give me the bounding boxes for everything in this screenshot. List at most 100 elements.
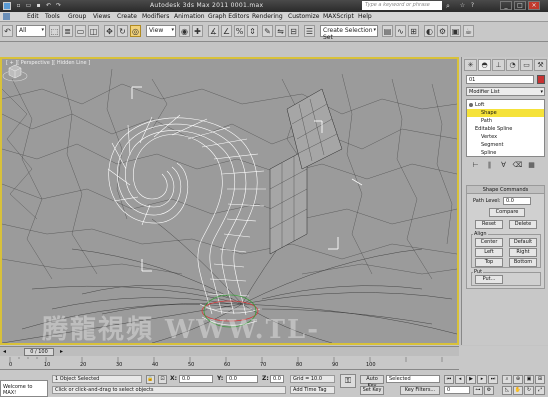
goto-start-icon[interactable]: ⏮ bbox=[444, 375, 454, 384]
stack-item-spline[interactable]: Spline bbox=[467, 149, 544, 157]
bulb-icon[interactable] bbox=[469, 103, 473, 107]
search-input[interactable]: Type a keyword or phrase bbox=[362, 1, 442, 10]
next-frame-icon[interactable]: ▸ bbox=[60, 348, 63, 355]
viewcube-icon[interactable] bbox=[2, 59, 28, 85]
prev-frame-icon[interactable]: ◂ bbox=[3, 348, 6, 355]
mirror-icon[interactable]: ⇋ bbox=[275, 25, 286, 37]
set-key-icon[interactable]: ⚿ bbox=[340, 374, 356, 388]
menu-views[interactable]: Views bbox=[93, 13, 110, 20]
move-icon[interactable]: ✥ bbox=[104, 25, 115, 37]
close-button[interactable]: × bbox=[528, 1, 540, 10]
rendered-frame-icon[interactable]: ▣ bbox=[450, 25, 461, 37]
absolute-mode-icon[interactable]: ⊡ bbox=[158, 375, 167, 384]
time-slider-thumb[interactable]: 0 / 100 bbox=[24, 348, 54, 356]
object-color-swatch[interactable] bbox=[537, 75, 545, 84]
x-coordinate-field[interactable]: 0.0 bbox=[179, 375, 213, 383]
prev-key-icon[interactable]: ◂ bbox=[455, 375, 465, 384]
add-time-tag[interactable]: Add Time Tag bbox=[290, 386, 335, 394]
select-object-icon[interactable]: ⬚ bbox=[49, 25, 60, 37]
align-left-button[interactable]: Left bbox=[475, 248, 503, 257]
layer-manager-icon[interactable]: ☰ bbox=[304, 25, 315, 37]
z-coordinate-field[interactable]: 0.0 bbox=[270, 375, 284, 383]
align-default-button[interactable]: Default bbox=[509, 238, 537, 247]
stack-item-vertex[interactable]: Vertex bbox=[467, 133, 544, 141]
align-bottom-button[interactable]: Bottom bbox=[509, 258, 537, 267]
modifier-list-dropdown[interactable]: Modifier List ▾ bbox=[466, 87, 545, 96]
stack-item-loft[interactable]: Loft bbox=[467, 101, 544, 109]
spinner-snap-icon[interactable]: ⇕ bbox=[247, 25, 258, 37]
menu-animation[interactable]: Animation bbox=[174, 13, 205, 20]
orbit-icon[interactable]: ↻ bbox=[524, 386, 534, 395]
edit-named-selection-icon[interactable]: ✎ bbox=[262, 25, 273, 37]
time-config-icon[interactable]: ⚙ bbox=[484, 386, 494, 395]
current-frame-field[interactable]: 0 bbox=[444, 386, 470, 394]
goto-end-icon[interactable]: ⏭ bbox=[488, 375, 498, 384]
minimize-button[interactable]: _ bbox=[500, 1, 512, 10]
search-icon[interactable]: ⌕ bbox=[446, 2, 450, 11]
align-top-button[interactable]: Top bbox=[475, 258, 503, 267]
object-name-field[interactable]: 01 bbox=[466, 75, 534, 84]
rotate-icon[interactable]: ↻ bbox=[117, 25, 128, 37]
rect-region-icon[interactable]: ▭ bbox=[75, 25, 86, 37]
show-end-result-icon[interactable]: ∥ bbox=[484, 160, 495, 170]
save-icon[interactable]: ▪ bbox=[34, 2, 43, 10]
remove-modifier-icon[interactable]: ⌫ bbox=[512, 160, 523, 170]
ref-coord-dropdown[interactable]: View ▾ bbox=[146, 25, 176, 37]
zoom-extents-all-icon[interactable]: ⊞ bbox=[535, 375, 545, 384]
tab-motion[interactable]: ◔ bbox=[506, 59, 519, 71]
key-mode-icon[interactable]: ⊶ bbox=[473, 386, 483, 395]
render-setup-icon[interactable]: ⚙ bbox=[437, 25, 448, 37]
pin-stack-icon[interactable]: ⊢ bbox=[470, 160, 481, 170]
stack-item-editable-spline[interactable]: Editable Spline bbox=[467, 125, 544, 133]
app-logo-icon[interactable] bbox=[3, 2, 11, 10]
key-mode-dropdown[interactable]: Selected bbox=[386, 375, 440, 383]
maxscript-listener[interactable]: Welcome to MAX! bbox=[0, 380, 48, 397]
material-editor-icon[interactable]: ◐ bbox=[424, 25, 435, 37]
menu-graph-editors[interactable]: Graph Editors bbox=[208, 13, 249, 20]
track-bar[interactable]: 0 10 20 30 40 50 60 70 80 90 100 bbox=[0, 356, 459, 370]
selection-filter-dropdown[interactable]: All ▾ bbox=[16, 25, 46, 37]
stack-item-segment[interactable]: Segment bbox=[467, 141, 544, 149]
angle-snap-icon[interactable]: ∠ bbox=[221, 25, 232, 37]
rollout-header[interactable]: Shape Commands bbox=[467, 186, 544, 194]
maximize-button[interactable]: □ bbox=[514, 1, 526, 10]
pivot-center-icon[interactable]: ◉ bbox=[179, 25, 190, 37]
info-icon[interactable]: ☆ bbox=[458, 2, 467, 10]
tab-create[interactable]: ✳ bbox=[464, 59, 477, 71]
menu-create[interactable]: Create bbox=[117, 13, 137, 20]
lock-selection-icon[interactable]: 🔒 bbox=[146, 375, 155, 384]
put-button[interactable]: Put... bbox=[475, 275, 503, 284]
percent-snap-icon[interactable]: % bbox=[234, 25, 245, 37]
snaps-toggle-icon[interactable]: ∡ bbox=[208, 25, 219, 37]
play-icon[interactable]: ▶ bbox=[466, 375, 476, 384]
y-coordinate-field[interactable]: 0.0 bbox=[226, 375, 258, 383]
next-key-icon[interactable]: ▸ bbox=[477, 375, 487, 384]
open-icon[interactable]: ▭ bbox=[24, 2, 33, 10]
reset-button[interactable]: Reset bbox=[475, 220, 503, 229]
render-production-icon[interactable]: ☕ bbox=[463, 25, 474, 37]
stack-item-shape[interactable]: Shape bbox=[467, 109, 544, 117]
align-icon[interactable]: ⊟ bbox=[288, 25, 299, 37]
graphite-ribbon-icon[interactable]: ▤ bbox=[382, 25, 393, 37]
tab-modify[interactable]: ◓ bbox=[478, 59, 491, 71]
make-unique-icon[interactable]: ∀ bbox=[498, 160, 509, 170]
path-level-spinner[interactable]: 0.0 bbox=[503, 197, 531, 205]
new-icon[interactable]: ▫ bbox=[14, 2, 23, 10]
tab-hierarchy[interactable]: ⊥ bbox=[492, 59, 505, 71]
undo-icon[interactable]: ↶ bbox=[2, 25, 13, 37]
zoom-icon[interactable]: ⌕ bbox=[502, 375, 512, 384]
menu-help[interactable]: Help bbox=[358, 13, 372, 20]
configure-sets-icon[interactable]: ▦ bbox=[526, 160, 537, 170]
redo-icon[interactable]: ↷ bbox=[54, 2, 63, 10]
menu-modifiers[interactable]: Modifiers bbox=[142, 13, 169, 20]
align-right-button[interactable]: Right bbox=[509, 248, 537, 257]
select-by-name-icon[interactable]: ≣ bbox=[62, 25, 73, 37]
compare-button[interactable]: Compare bbox=[489, 208, 525, 217]
auto-key-button[interactable]: Auto Key bbox=[360, 375, 384, 389]
align-center-button[interactable]: Center bbox=[475, 238, 503, 247]
set-key-button[interactable]: Set Key bbox=[360, 386, 384, 395]
window-crossing-icon[interactable]: ◫ bbox=[88, 25, 99, 37]
time-slider[interactable]: ◂ 0 / 100 ▸ bbox=[0, 346, 459, 356]
menu-tools[interactable]: Tools bbox=[45, 13, 60, 20]
help-icon[interactable]: ? bbox=[468, 2, 477, 10]
